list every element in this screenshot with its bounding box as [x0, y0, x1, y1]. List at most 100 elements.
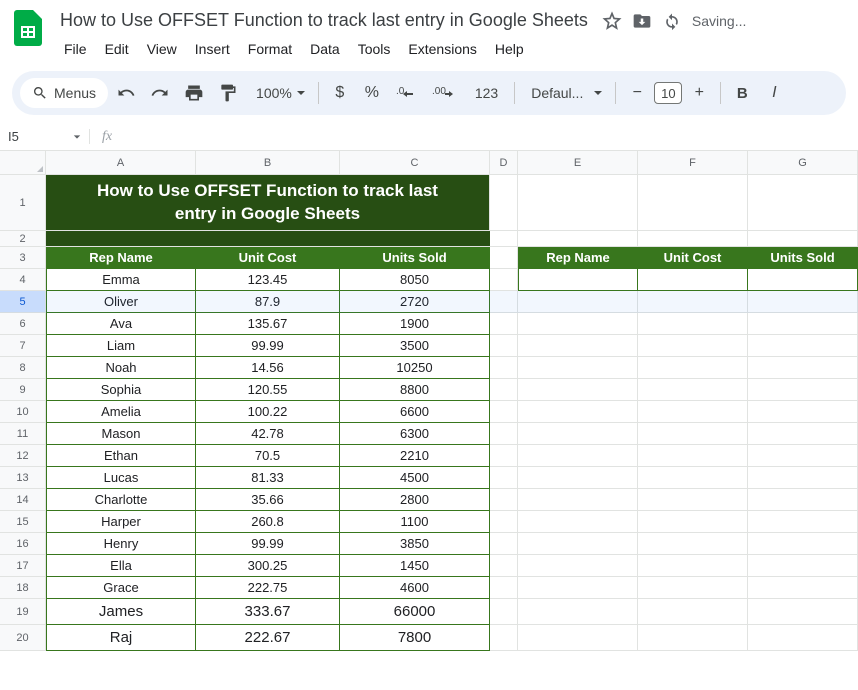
- row-header-2[interactable]: 2: [0, 231, 46, 247]
- font-family-dropdown[interactable]: Defaul...: [521, 78, 609, 108]
- cell-G13[interactable]: [748, 467, 858, 489]
- menu-extensions[interactable]: Extensions: [400, 37, 484, 61]
- row-header-9[interactable]: 9: [0, 379, 46, 401]
- cell-B10[interactable]: 100.22: [196, 401, 340, 423]
- cell-F6[interactable]: [638, 313, 748, 335]
- cell-B19[interactable]: 333.67: [196, 599, 340, 625]
- cell-E11[interactable]: [518, 423, 638, 445]
- menu-insert[interactable]: Insert: [187, 37, 238, 61]
- cell-A15[interactable]: Harper: [46, 511, 196, 533]
- cell-C12[interactable]: 2210: [340, 445, 490, 467]
- cell-G7[interactable]: [748, 335, 858, 357]
- cell-G10[interactable]: [748, 401, 858, 423]
- cell-A11[interactable]: Mason: [46, 423, 196, 445]
- cell-E5[interactable]: [518, 291, 638, 313]
- cell-F17[interactable]: [638, 555, 748, 577]
- header2-sold[interactable]: Units Sold: [748, 247, 858, 269]
- cell-F14[interactable]: [638, 489, 748, 511]
- cell-A7[interactable]: Liam: [46, 335, 196, 357]
- cell-A5[interactable]: Oliver: [46, 291, 196, 313]
- select-all-corner[interactable]: [0, 151, 46, 175]
- cell-D10[interactable]: [490, 401, 518, 423]
- decrease-decimal-button[interactable]: .0: [389, 78, 423, 108]
- row-header-17[interactable]: 17: [0, 555, 46, 577]
- sheets-logo[interactable]: [8, 8, 48, 48]
- row-header-19[interactable]: 19: [0, 599, 46, 625]
- cell-A20[interactable]: Raj: [46, 625, 196, 651]
- row-header-12[interactable]: 12: [0, 445, 46, 467]
- italic-button[interactable]: I: [759, 78, 789, 108]
- cell-B18[interactable]: 222.75: [196, 577, 340, 599]
- row-header-11[interactable]: 11: [0, 423, 46, 445]
- cell-B16[interactable]: 99.99: [196, 533, 340, 555]
- header-sold[interactable]: Units Sold: [340, 247, 490, 269]
- name-box[interactable]: I5: [0, 129, 90, 144]
- cell-B12[interactable]: 70.5: [196, 445, 340, 467]
- row-header-1[interactable]: 1: [0, 175, 46, 231]
- cell-C9[interactable]: 8800: [340, 379, 490, 401]
- cell-A4[interactable]: Emma: [46, 269, 196, 291]
- row-header-10[interactable]: 10: [0, 401, 46, 423]
- cell-F13[interactable]: [638, 467, 748, 489]
- paint-format-button[interactable]: [212, 78, 244, 108]
- header-cost[interactable]: Unit Cost: [196, 247, 340, 269]
- row-header-6[interactable]: 6: [0, 313, 46, 335]
- menu-file[interactable]: File: [56, 37, 95, 61]
- cell-C13[interactable]: 4500: [340, 467, 490, 489]
- cell-C20[interactable]: 7800: [340, 625, 490, 651]
- decrease-font-size-button[interactable]: −: [622, 78, 652, 108]
- column-header-D[interactable]: D: [490, 151, 518, 175]
- row-header-14[interactable]: 14: [0, 489, 46, 511]
- cell-C6[interactable]: 1900: [340, 313, 490, 335]
- cell-D17[interactable]: [490, 555, 518, 577]
- more-formats-button[interactable]: 123: [465, 78, 508, 108]
- cell-E19[interactable]: [518, 599, 638, 625]
- cell-E1[interactable]: [518, 175, 638, 231]
- doc-title[interactable]: How to Use OFFSET Function to track last…: [56, 8, 592, 33]
- cell-B11[interactable]: 42.78: [196, 423, 340, 445]
- row-header-15[interactable]: 15: [0, 511, 46, 533]
- font-size-input[interactable]: [654, 82, 682, 104]
- cell-C4[interactable]: 8050: [340, 269, 490, 291]
- row-header-8[interactable]: 8: [0, 357, 46, 379]
- cell-A18[interactable]: Grace: [46, 577, 196, 599]
- row-header-7[interactable]: 7: [0, 335, 46, 357]
- cell-C15[interactable]: 1100: [340, 511, 490, 533]
- row-header-5[interactable]: 5: [0, 291, 46, 313]
- cell-D7[interactable]: [490, 335, 518, 357]
- cell-A13[interactable]: Lucas: [46, 467, 196, 489]
- row-header-16[interactable]: 16: [0, 533, 46, 555]
- cell-B20[interactable]: 222.67: [196, 625, 340, 651]
- cell-A9[interactable]: Sophia: [46, 379, 196, 401]
- cell-C11[interactable]: 6300: [340, 423, 490, 445]
- cell-A10[interactable]: Amelia: [46, 401, 196, 423]
- menu-tools[interactable]: Tools: [350, 37, 399, 61]
- cell-D13[interactable]: [490, 467, 518, 489]
- cell-D19[interactable]: [490, 599, 518, 625]
- cell-E20[interactable]: [518, 625, 638, 651]
- header-rep[interactable]: Rep Name: [46, 247, 196, 269]
- menu-format[interactable]: Format: [240, 37, 300, 61]
- cell-A16[interactable]: Henry: [46, 533, 196, 555]
- cell-F15[interactable]: [638, 511, 748, 533]
- cell-F9[interactable]: [638, 379, 748, 401]
- cell-D11[interactable]: [490, 423, 518, 445]
- cell-C10[interactable]: 6600: [340, 401, 490, 423]
- cell-G12[interactable]: [748, 445, 858, 467]
- cell-F16[interactable]: [638, 533, 748, 555]
- cell-C17[interactable]: 1450: [340, 555, 490, 577]
- menu-help[interactable]: Help: [487, 37, 532, 61]
- cell-F19[interactable]: [638, 599, 748, 625]
- cell-B13[interactable]: 81.33: [196, 467, 340, 489]
- row-header-20[interactable]: 20: [0, 625, 46, 651]
- cloud-sync-icon[interactable]: [662, 11, 682, 31]
- cell-E6[interactable]: [518, 313, 638, 335]
- cell-F4[interactable]: [638, 269, 748, 291]
- row-header-3[interactable]: 3: [0, 247, 46, 269]
- cell-D2[interactable]: [490, 231, 518, 247]
- cell-E16[interactable]: [518, 533, 638, 555]
- cell-F11[interactable]: [638, 423, 748, 445]
- cell-F2[interactable]: [638, 231, 748, 247]
- header2-rep[interactable]: Rep Name: [518, 247, 638, 269]
- column-header-B[interactable]: B: [196, 151, 340, 175]
